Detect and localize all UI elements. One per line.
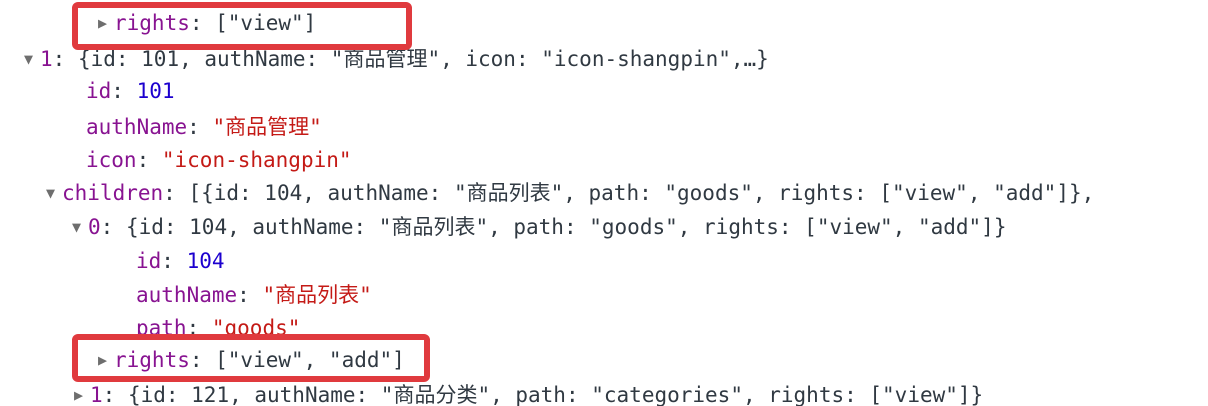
token: "goods" (211, 316, 301, 340)
token: id (86, 79, 112, 103)
console-row-children-expanded[interactable]: ▼ children: [{id: 104, authName: "商品列表", … (46, 176, 1094, 210)
console-row-prop-authname: authName: "商品管理" (70, 110, 322, 144)
token: 商品列表 (275, 283, 360, 307)
console-row-child-1-collapsed[interactable]: ▶ 1: {id: 121, authName: "商品分类", path: "c… (74, 378, 983, 406)
token: : ["view", "add"] (189, 348, 405, 372)
collapse-triangle-icon[interactable]: ▶ (98, 6, 114, 40)
token: ", path: "goods", rights: ["view", "add"… (475, 215, 1007, 239)
collapse-triangle-icon[interactable]: ▶ (74, 378, 90, 406)
token: " (359, 283, 372, 307)
token: children (62, 181, 164, 205)
token: " (309, 115, 322, 139)
token: : (136, 148, 162, 172)
token: icon (86, 148, 137, 172)
token: "icon-shangpin" (161, 148, 352, 172)
token: : {id: 121, authName: " (102, 383, 394, 406)
devtools-console-tree: ▶ rights: ["view"] ▼ 1: {id: 101, authName… (0, 0, 1208, 406)
token: : (111, 79, 137, 103)
token: 0 (88, 215, 101, 239)
expand-triangle-icon[interactable]: ▼ (24, 42, 40, 76)
collapse-triangle-icon[interactable]: ▶ (98, 343, 114, 377)
token: ", path: "goods", rights: ["view", "add"… (550, 181, 1095, 205)
console-row-rights-collapsed-2[interactable]: ▶ rights: ["view", "add"] (98, 343, 405, 377)
token: 商品列表 (391, 215, 476, 239)
token: 商品列表 (466, 181, 551, 205)
token: rights (114, 348, 190, 372)
token: authName (136, 283, 238, 307)
token: 商品管理 (343, 47, 428, 71)
token: : (186, 316, 212, 340)
token: : {id: 104, authName: " (100, 215, 392, 239)
token: 101 (136, 79, 175, 103)
console-row-item-1-expanded[interactable]: ▼ 1: {id: 101, authName: "商品管理", icon: "i… (24, 42, 769, 76)
token: ", path: "categories", rights: ["view"]} (477, 383, 984, 406)
token: : [{id: 104, authName: " (163, 181, 467, 205)
console-row-child-0-expanded[interactable]: ▼ 0: {id: 104, authName: "商品列表", path: "g… (72, 210, 1006, 244)
token: " (212, 115, 226, 139)
token: authName (86, 115, 188, 139)
console-row-prop-icon: icon: "icon-shangpin" (70, 143, 352, 177)
token: : (237, 283, 263, 307)
expand-triangle-icon[interactable]: ▼ (46, 176, 62, 210)
token: id (136, 249, 162, 273)
token: : ["view"] (189, 11, 317, 35)
console-row-child-prop-path: path: "goods" (120, 311, 301, 340)
expand-triangle-icon[interactable]: ▼ (72, 210, 88, 244)
token: : {id: 101, authName: " (52, 47, 344, 71)
token: 商品管理 (225, 115, 310, 139)
token: 商品分类 (393, 383, 478, 406)
console-row-rights-collapsed-1[interactable]: ▶ rights: ["view"] (98, 6, 316, 40)
token: 1 (90, 383, 103, 406)
token: " (262, 283, 276, 307)
token: 104 (186, 249, 225, 273)
token: ", icon: "icon-shangpin",…} (427, 47, 769, 71)
token: : (161, 249, 187, 273)
token: path (136, 316, 187, 340)
console-row-child-prop-authname: authName: "商品列表" (120, 278, 372, 312)
console-row-prop-id: id: 101 (70, 74, 175, 108)
console-row-child-prop-id: id: 104 (120, 244, 225, 278)
token: 1 (40, 47, 53, 71)
token: : (187, 115, 213, 139)
token: rights (114, 11, 190, 35)
